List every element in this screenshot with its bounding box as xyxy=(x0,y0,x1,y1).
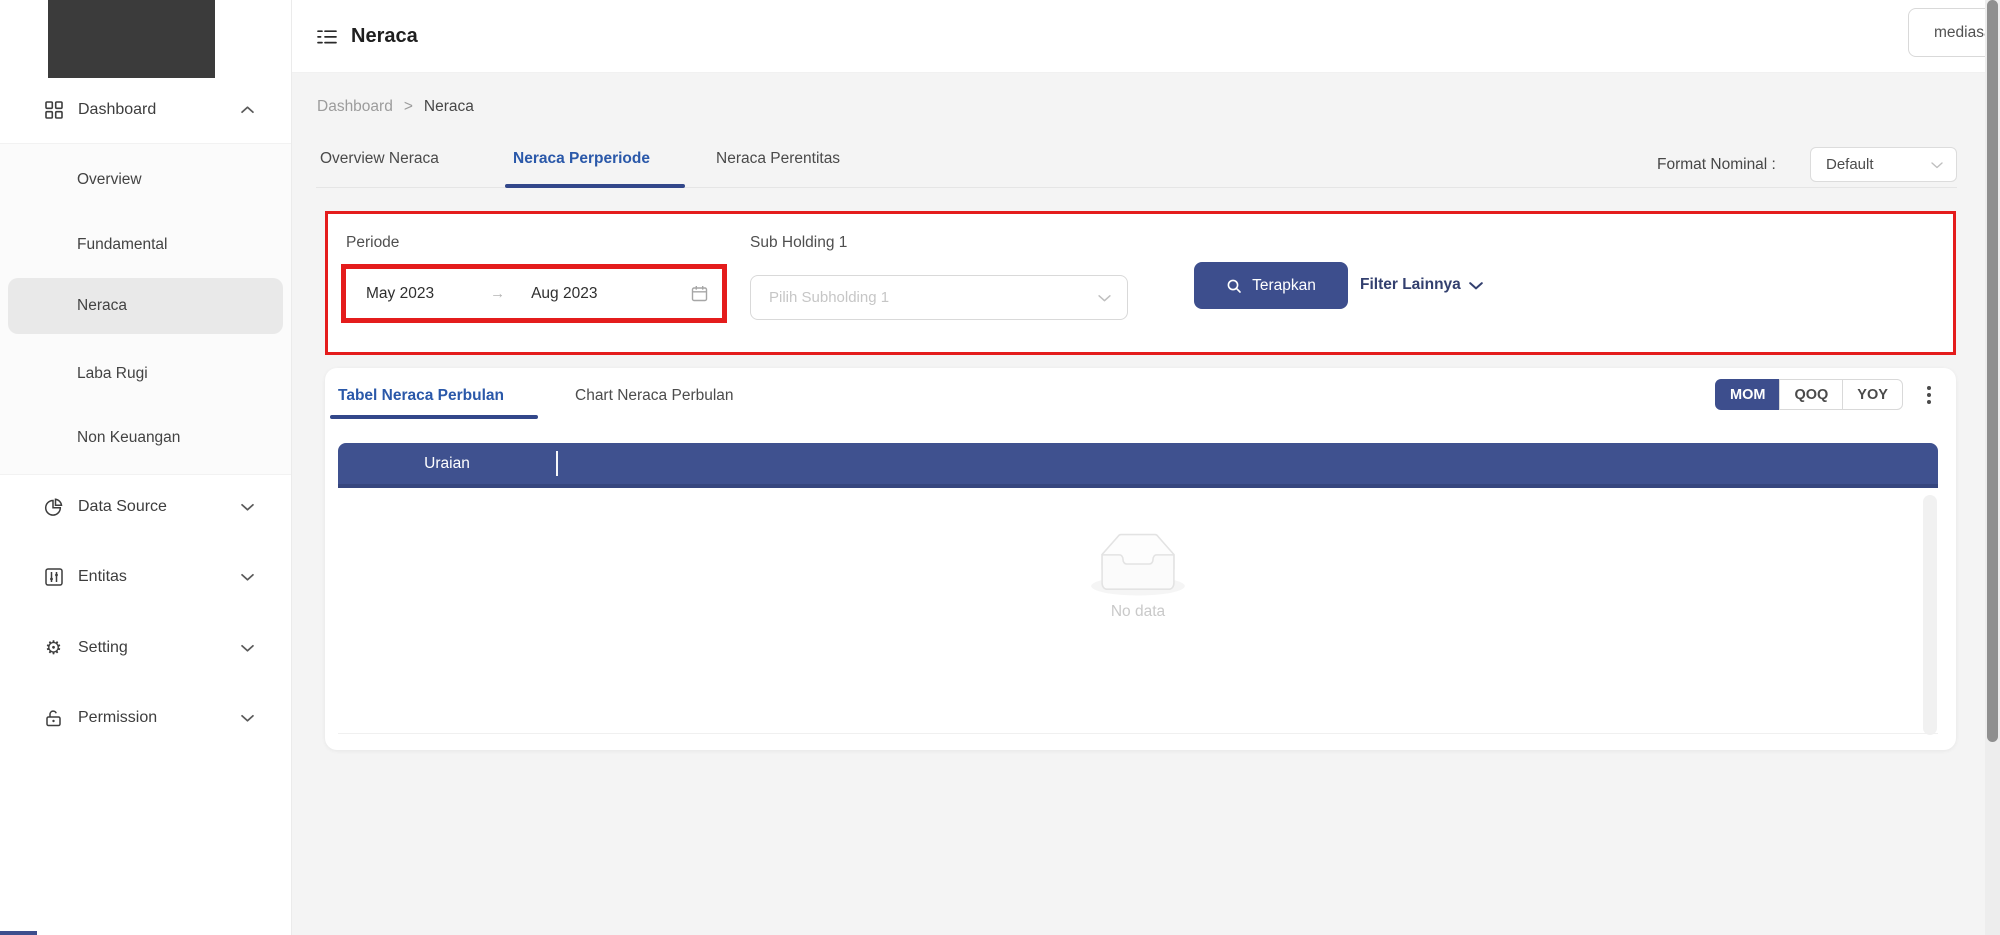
sidebar-item-entitas[interactable]: Entitas xyxy=(0,559,292,595)
dashboard-grid-icon xyxy=(44,101,63,120)
card-bottom-divider xyxy=(338,733,1938,734)
sidebar-item-label: Entitas xyxy=(78,568,127,586)
submenu-label: Overview xyxy=(77,171,142,189)
submenu-label: Laba Rugi xyxy=(77,365,148,383)
date-range-end-value[interactable]: Aug 2023 xyxy=(531,285,597,303)
periode-label: Periode xyxy=(346,234,399,252)
no-data-label: No data xyxy=(1111,603,1165,621)
sidebar-item-non-keuangan[interactable]: Non Keuangan xyxy=(0,420,291,456)
submenu-label: Non Keuangan xyxy=(77,429,180,447)
sidebar-item-label: Data Source xyxy=(78,498,167,516)
filter-lainnya-label: Filter Lainnya xyxy=(1360,276,1461,294)
filter-panel-annotation-box: Periode May 2023 → Aug 2023 Sub Holding … xyxy=(325,211,1956,355)
sidebar: Dashboard Overview Fundamental Neraca La… xyxy=(0,0,292,935)
active-card-tab-underline xyxy=(330,415,538,419)
format-nominal-value: Default xyxy=(1826,156,1931,173)
terapkan-button[interactable]: Terapkan xyxy=(1194,262,1348,309)
active-tab-underline xyxy=(505,184,685,188)
date-range-start-value[interactable]: May 2023 xyxy=(366,285,434,303)
page-scrollbar-thumb[interactable] xyxy=(1987,0,1998,742)
format-nominal-select[interactable]: Default xyxy=(1810,147,1957,182)
app-logo xyxy=(48,0,215,78)
breadcrumb-current: Neraca xyxy=(424,98,474,116)
sidebar-item-permission[interactable]: Permission xyxy=(0,700,292,736)
tab-chart-neraca-perbulan[interactable]: Chart Neraca Perbulan xyxy=(575,387,734,405)
tab-overview-neraca[interactable]: Overview Neraca xyxy=(320,150,439,168)
subholding-placeholder: Pilih Subholding 1 xyxy=(769,289,1098,306)
sidebar-item-label: Dashboard xyxy=(78,101,156,119)
table-header-row: Uraian xyxy=(338,443,1938,488)
mode-qoq-button[interactable]: QOQ xyxy=(1779,379,1843,410)
sidebar-item-overview[interactable]: Overview xyxy=(0,162,291,198)
more-options-kebab-icon[interactable] xyxy=(1917,380,1941,410)
column-separator xyxy=(556,451,558,476)
sidebar-item-setting[interactable]: ⚙ Setting xyxy=(0,630,292,666)
chevron-down-icon xyxy=(241,714,254,723)
empty-box-icon xyxy=(1088,533,1188,597)
sidebar-item-neraca[interactable]: Neraca xyxy=(0,288,291,324)
sidebar-item-fundamental[interactable]: Fundamental xyxy=(0,227,291,263)
page-scrollbar-track xyxy=(1985,0,2000,935)
gear-icon: ⚙ xyxy=(44,639,63,658)
chevron-down-icon xyxy=(1469,281,1483,290)
topbar: Neraca mediasarana xyxy=(292,0,2000,73)
tab-neraca-perperiode[interactable]: Neraca Perperiode xyxy=(513,150,650,168)
submenu-label: Neraca xyxy=(77,297,127,315)
format-nominal-label: Format Nominal : xyxy=(1657,156,1776,174)
sliders-icon xyxy=(44,568,63,587)
sidebar-item-laba-rugi[interactable]: Laba Rugi xyxy=(0,356,291,392)
sidebar-item-label: Setting xyxy=(78,639,128,657)
subholding-select[interactable]: Pilih Subholding 1 xyxy=(750,275,1128,320)
chevron-down-icon xyxy=(241,573,254,582)
chevron-down-icon xyxy=(241,503,254,512)
terapkan-button-label: Terapkan xyxy=(1252,277,1316,295)
mode-yoy-button[interactable]: YOY xyxy=(1842,379,1903,410)
subholding-label: Sub Holding 1 xyxy=(750,234,847,252)
dashboard-submenu: Overview Fundamental Neraca Laba Rugi No… xyxy=(0,143,291,475)
app-root: Dashboard Overview Fundamental Neraca La… xyxy=(0,0,2000,935)
mode-mom-button[interactable]: MOM xyxy=(1715,379,1780,410)
sidebar-item-data-source[interactable]: Data Source xyxy=(0,489,292,525)
chevron-down-icon xyxy=(1098,294,1111,302)
submenu-label: Fundamental xyxy=(77,236,167,254)
filter-lainnya-toggle[interactable]: Filter Lainnya xyxy=(1360,272,1483,298)
calendar-icon xyxy=(691,285,708,302)
table-scrollbar-track[interactable] xyxy=(1923,495,1937,735)
chevron-down-icon xyxy=(241,644,254,653)
arrow-right-icon: → xyxy=(490,285,505,302)
unlock-icon xyxy=(44,709,63,728)
tab-tabel-neraca-perbulan[interactable]: Tabel Neraca Perbulan xyxy=(338,387,504,405)
breadcrumb-dashboard[interactable]: Dashboard xyxy=(317,98,393,116)
sidebar-bottom-accent xyxy=(0,931,37,935)
table-card: Tabel Neraca Perbulan Chart Neraca Perbu… xyxy=(325,368,1956,750)
chevron-down-icon xyxy=(1931,161,1943,169)
pie-chart-icon xyxy=(44,498,63,517)
collapse-sidebar-icon[interactable] xyxy=(317,28,337,46)
breadcrumb: Dashboard > Neraca xyxy=(317,98,474,116)
breadcrumb-separator: > xyxy=(404,98,413,116)
sidebar-item-dashboard[interactable]: Dashboard xyxy=(0,92,292,128)
page-title: Neraca xyxy=(351,25,418,48)
search-icon xyxy=(1226,278,1242,294)
sidebar-item-label: Permission xyxy=(78,709,157,727)
table-empty-state: No data xyxy=(338,488,1938,733)
period-mode-segmented-control: MOM QOQ YOY xyxy=(1715,379,1903,410)
chevron-up-icon xyxy=(241,106,254,115)
column-header-uraian: Uraian xyxy=(338,443,556,484)
periode-date-range-input-annotation-box[interactable]: May 2023 → Aug 2023 xyxy=(341,264,727,323)
tab-neraca-perentitas[interactable]: Neraca Perentitas xyxy=(716,150,840,168)
